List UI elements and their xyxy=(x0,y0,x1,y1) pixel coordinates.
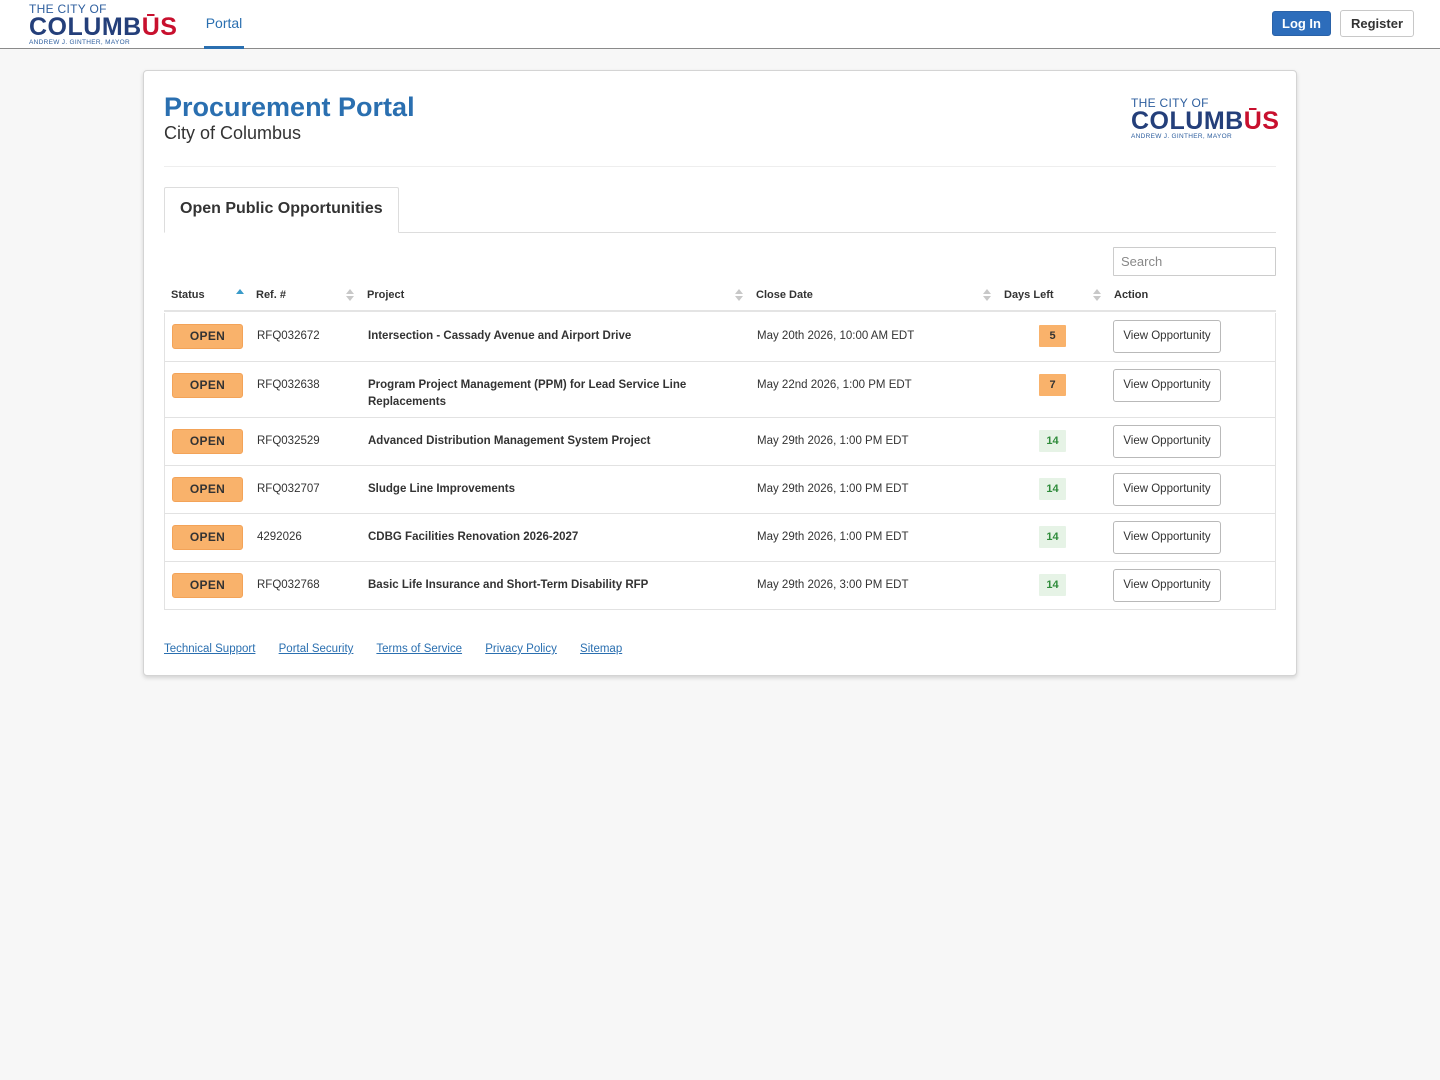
ref-number: RFQ032638 xyxy=(257,379,320,391)
logo-line2: COLUMBŪS xyxy=(29,13,178,41)
view-opportunity-button[interactable]: View Opportunity xyxy=(1113,425,1221,458)
main-card: Procurement Portal City of Columbus THE … xyxy=(143,70,1297,676)
opportunities-table-body: OPEN RFQ032672 Intersection - Cassady Av… xyxy=(164,313,1276,610)
close-date: May 29th 2026, 1:00 PM EDT xyxy=(757,483,909,495)
table-row: OPEN RFQ032768 Basic Life Insurance and … xyxy=(165,561,1275,609)
days-left-badge: 14 xyxy=(1039,526,1066,548)
view-opportunity-button[interactable]: View Opportunity xyxy=(1113,521,1221,554)
table-row: OPEN RFQ032707 Sludge Line Improvements … xyxy=(165,465,1275,513)
logo-line2: COLUMBŪS xyxy=(1131,107,1280,135)
header-divider xyxy=(164,166,1276,167)
days-left-badge: 14 xyxy=(1039,478,1066,500)
close-date: May 20th 2026, 10:00 AM EDT xyxy=(757,330,915,342)
columbus-logo[interactable]: THE CITY OF COLUMBŪS ANDREW J. GINTHER, … xyxy=(29,3,177,47)
sitemap-link[interactable]: Sitemap xyxy=(580,643,622,655)
close-date: May 29th 2026, 1:00 PM EDT xyxy=(757,435,909,447)
sort-icon[interactable] xyxy=(346,289,354,303)
status-badge: OPEN xyxy=(172,324,243,349)
view-opportunity-button[interactable]: View Opportunity xyxy=(1113,473,1221,506)
table-row: OPEN RFQ032638 Program Project Managemen… xyxy=(165,361,1275,417)
close-date: May 29th 2026, 3:00 PM EDT xyxy=(757,579,909,591)
logo-line2-main: COLUMB xyxy=(29,13,142,41)
column-header-days-left[interactable]: Days Left xyxy=(1004,283,1054,310)
top-navbar: THE CITY OF COLUMBŪS ANDREW J. GINTHER, … xyxy=(0,0,1440,49)
project-name: Program Project Management (PPM) for Lea… xyxy=(368,379,687,408)
sort-icon[interactable] xyxy=(735,289,743,303)
table-row: OPEN 4292026 CDBG Facilities Renovation … xyxy=(165,513,1275,561)
days-left-badge: 5 xyxy=(1039,325,1066,347)
ref-number: RFQ032529 xyxy=(257,435,320,447)
project-name: Advanced Distribution Management System … xyxy=(368,435,651,447)
view-opportunity-button[interactable]: View Opportunity xyxy=(1113,369,1221,402)
search-input[interactable] xyxy=(1113,247,1276,276)
table-header: Status Ref. # Project Close Date Days Le… xyxy=(164,283,1276,312)
status-badge: OPEN xyxy=(172,525,243,550)
ref-number: RFQ032707 xyxy=(257,483,320,495)
tab-open-public-opportunities[interactable]: Open Public Opportunities xyxy=(164,187,399,233)
close-date: May 22nd 2026, 1:00 PM EDT xyxy=(757,379,912,391)
ref-number: RFQ032768 xyxy=(257,579,320,591)
sort-icon[interactable] xyxy=(1093,289,1101,303)
column-header-ref[interactable]: Ref. # xyxy=(256,283,286,310)
view-opportunity-button[interactable]: View Opportunity xyxy=(1113,569,1221,602)
project-name: Basic Life Insurance and Short-Term Disa… xyxy=(368,579,649,591)
close-date: May 29th 2026, 1:00 PM EDT xyxy=(757,531,909,543)
portal-security-link[interactable]: Portal Security xyxy=(279,643,354,655)
project-name: Sludge Line Improvements xyxy=(368,483,515,495)
view-opportunity-button[interactable]: View Opportunity xyxy=(1113,320,1221,353)
logo-line2-red: ŪS xyxy=(141,13,178,41)
project-name: Intersection - Cassady Avenue and Airpor… xyxy=(368,330,632,342)
technical-support-link[interactable]: Technical Support xyxy=(164,643,255,655)
status-badge: OPEN xyxy=(172,429,243,454)
status-badge: OPEN xyxy=(172,477,243,502)
logo-line2-red: ŪS xyxy=(1243,107,1280,135)
column-header-project[interactable]: Project xyxy=(367,283,404,310)
ref-number: 4292026 xyxy=(257,531,302,543)
register-button[interactable]: Register xyxy=(1340,10,1414,37)
footer-links: Technical Support Portal Security Terms … xyxy=(164,643,642,655)
table-row: OPEN RFQ032529 Advanced Distribution Man… xyxy=(165,417,1275,465)
column-header-action: Action xyxy=(1114,289,1149,301)
status-badge: OPEN xyxy=(172,373,243,398)
days-left-badge: 14 xyxy=(1039,430,1066,452)
logo-line2-main: COLUMB xyxy=(1131,107,1244,135)
page-subtitle: City of Columbus xyxy=(164,123,302,143)
header-columbus-logo: THE CITY OF COLUMBŪS ANDREW J. GINTHER, … xyxy=(1131,97,1279,141)
days-left-badge: 7 xyxy=(1039,374,1066,396)
column-header-close-date[interactable]: Close Date xyxy=(756,283,813,310)
project-name: CDBG Facilities Renovation 2026-2027 xyxy=(368,531,579,543)
status-badge: OPEN xyxy=(172,573,243,598)
terms-of-service-link[interactable]: Terms of Service xyxy=(376,643,462,655)
days-left-badge: 14 xyxy=(1039,574,1066,596)
table-row: OPEN RFQ032672 Intersection - Cassady Av… xyxy=(165,313,1275,361)
sort-icon[interactable] xyxy=(983,289,991,303)
tab-portal[interactable]: Portal xyxy=(204,0,244,49)
ref-number: RFQ032672 xyxy=(257,330,320,342)
login-button[interactable]: Log In xyxy=(1272,11,1331,36)
privacy-policy-link[interactable]: Privacy Policy xyxy=(485,643,557,655)
sort-ascending-icon[interactable] xyxy=(236,289,244,303)
page-title: Procurement Portal xyxy=(164,92,415,122)
column-header-status[interactable]: Status xyxy=(171,283,205,310)
